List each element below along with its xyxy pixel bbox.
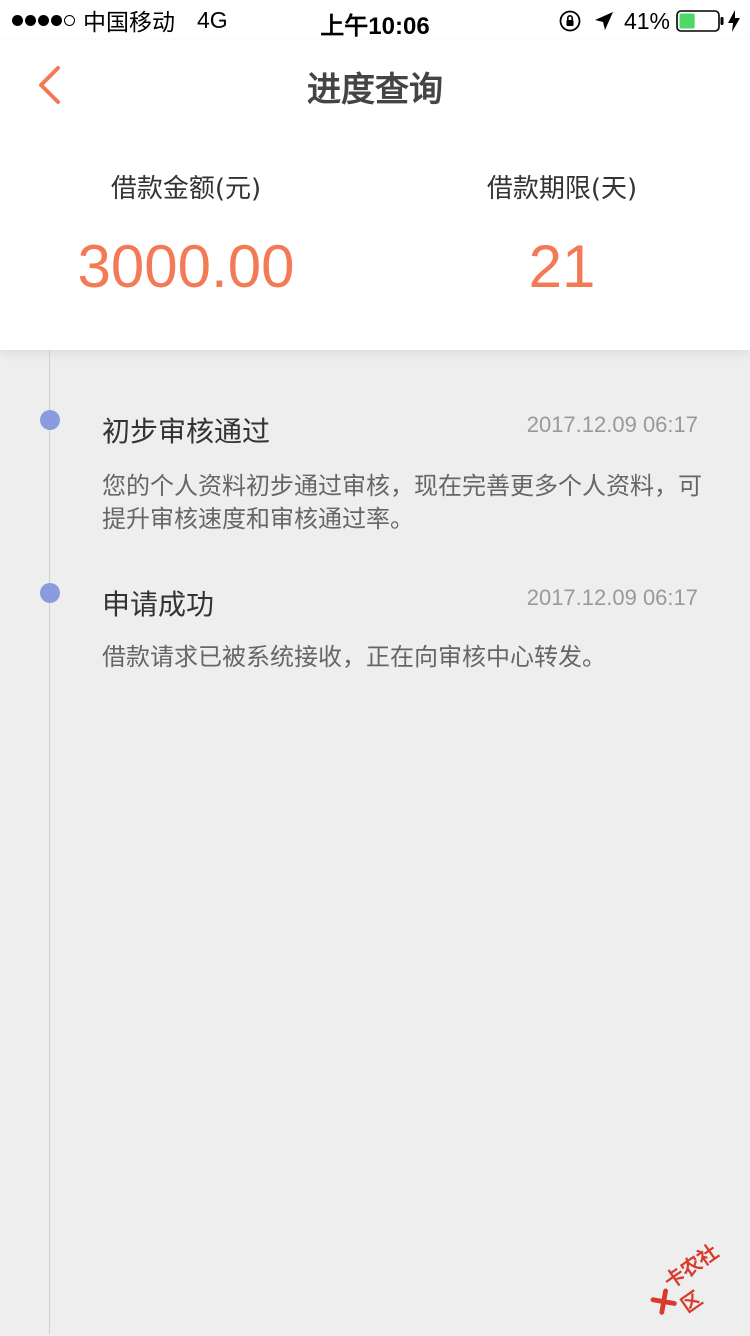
status-bar: 中国移动 4G 上午10:06 41% xyxy=(0,0,750,40)
loan-amount-value: 3000.00 xyxy=(77,233,295,300)
status-right: 41% xyxy=(558,7,740,35)
event-time: 2017.12.09 06:17 xyxy=(526,412,698,437)
battery-fill xyxy=(679,13,695,29)
event-description: 您的个人资料初步通过审核，现在完善更多个人资料，可提升审核速度和审核通过率。 xyxy=(102,472,702,533)
watermark: 卡农社区 xyxy=(635,1222,750,1336)
loan-term-value: 21 xyxy=(528,233,596,300)
timeline-dot xyxy=(40,410,60,430)
loan-amount-label: 借款金额(元) xyxy=(110,174,262,204)
battery-icon xyxy=(676,10,724,32)
charging-bolt-icon xyxy=(728,10,740,32)
timeline-line xyxy=(49,350,50,1334)
event-title: 申请成功 xyxy=(102,588,215,621)
event-time: 2017.12.09 06:17 xyxy=(526,585,698,610)
event-description: 借款请求已被系统接收，正在向审核中心转发。 xyxy=(102,643,606,671)
location-arrow-icon xyxy=(594,12,613,30)
event-title: 初步审核通过 xyxy=(102,415,271,448)
loan-term-label: 借款期限(天) xyxy=(486,174,638,204)
orientation-lock-icon xyxy=(559,10,581,32)
progress-header: 进度查询 借款金额(元) 3000.00 借款期限(天) 21 xyxy=(0,40,750,350)
battery-percent: 41% xyxy=(623,7,670,34)
page-title: 进度查询 xyxy=(307,70,443,110)
timeline-dot xyxy=(40,583,60,603)
